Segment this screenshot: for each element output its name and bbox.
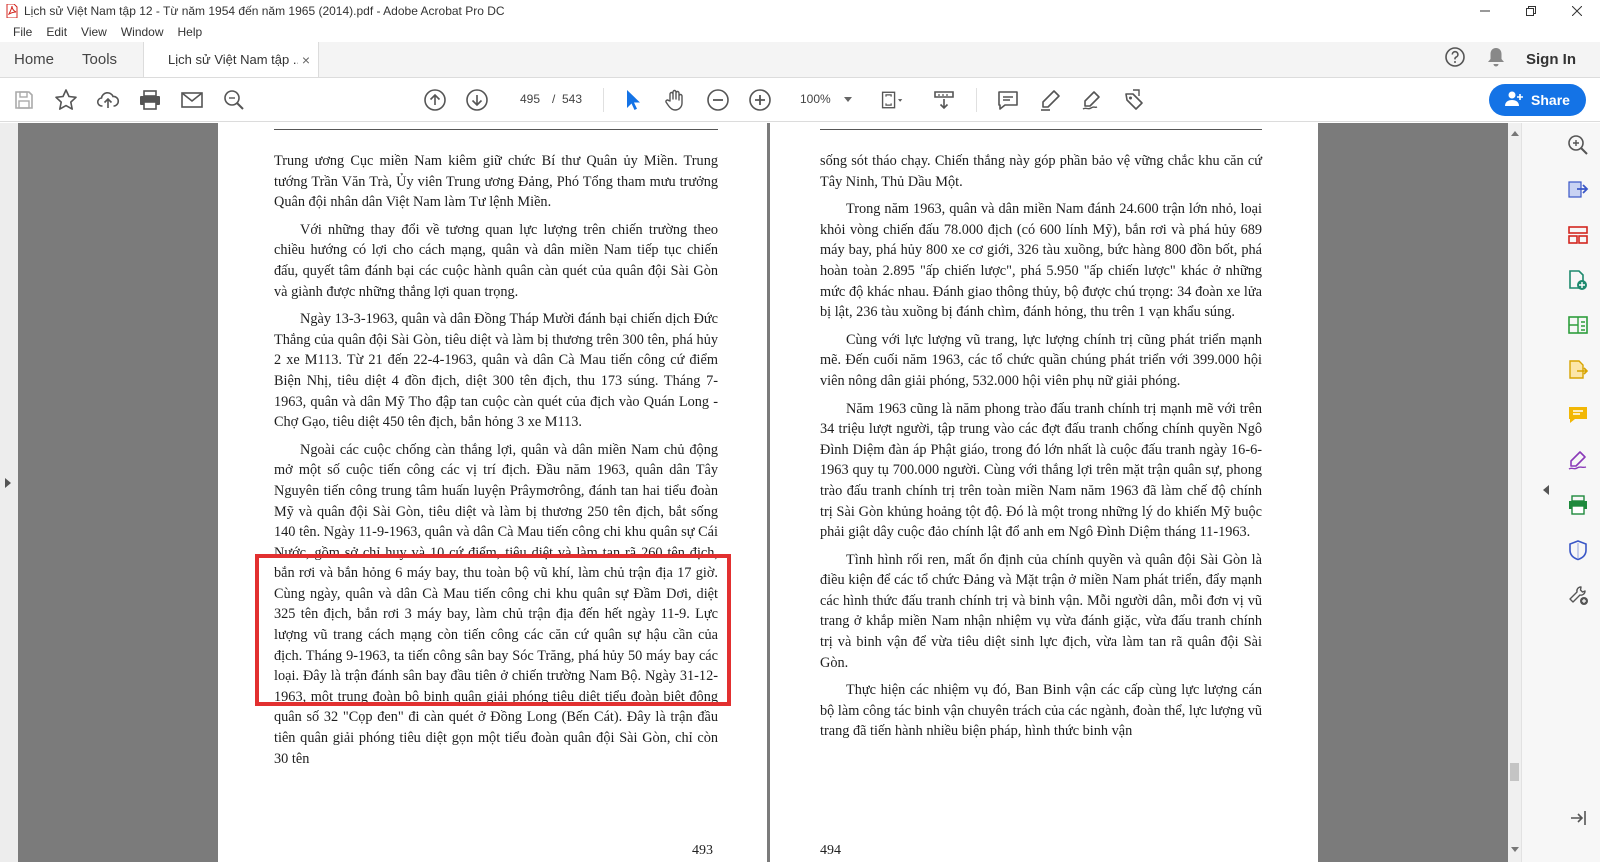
protect-shield-icon[interactable] [1566, 538, 1590, 562]
menu-help[interactable]: Help [171, 25, 210, 39]
tab-home[interactable]: Home [0, 42, 68, 77]
scroll-thumb[interactable] [1510, 763, 1519, 781]
sign-icon[interactable] [1080, 88, 1104, 112]
chevron-down-icon [844, 92, 852, 106]
tab-document[interactable]: Lịch sử Việt Nam tập ... × [143, 42, 320, 77]
scroll-up-icon[interactable] [1511, 131, 1519, 136]
hand-tool-icon[interactable] [663, 88, 687, 112]
menu-bar: File Edit View Window Help [0, 22, 1600, 42]
organize-pages-icon[interactable] [1566, 223, 1590, 247]
minimize-button[interactable] [1462, 0, 1508, 22]
zoom-in-icon[interactable] [748, 88, 772, 112]
page-separator: / [552, 92, 556, 106]
export-pdf-icon[interactable] [1566, 178, 1590, 202]
paragraph: Trung ương Cục miền Nam kiêm giữ chức Bí… [274, 153, 718, 211]
menu-edit[interactable]: Edit [39, 25, 74, 39]
menu-window[interactable]: Window [114, 25, 171, 39]
select-cursor-icon[interactable] [621, 88, 645, 112]
tab-tools[interactable]: Tools [68, 42, 131, 77]
paragraph: sống sót tháo chạy. Chiến thắng này góp … [820, 153, 1262, 190]
close-tab-icon[interactable]: × [298, 52, 310, 68]
stamp-icon[interactable] [1122, 88, 1146, 112]
page-text-right: sống sót tháo chạy. Chiến thắng này góp … [820, 151, 1262, 749]
pdf-page-right: sống sót tháo chạy. Chiến thắng này góp … [770, 123, 1318, 862]
page-number-left: 493 [692, 843, 713, 858]
sign-in-button[interactable]: Sign In [1526, 51, 1576, 68]
document-viewer[interactable]: Trung ương Cục miền Nam kiêm giữ chức Bí… [0, 123, 1521, 862]
pdf-page-left: Trung ương Cục miền Nam kiêm giữ chức Bí… [218, 123, 767, 862]
expand-left-panel-icon [5, 478, 11, 488]
comment-icon[interactable] [996, 88, 1020, 112]
print-production-icon[interactable] [1566, 493, 1590, 517]
create-pdf-icon[interactable] [1566, 268, 1590, 292]
save-icon[interactable] [12, 88, 36, 112]
share-label: Share [1531, 92, 1570, 108]
print-icon[interactable] [138, 88, 162, 112]
notification-bell-icon[interactable] [1486, 46, 1506, 73]
search-zoom-icon[interactable] [1566, 133, 1590, 157]
left-panel-toggle[interactable] [0, 123, 18, 862]
scroll-mode-icon[interactable] [932, 88, 956, 112]
comment-tool-icon[interactable] [1566, 403, 1590, 427]
toolbar: 495 / 543 100% Share [0, 78, 1600, 122]
prev-page-icon[interactable] [423, 88, 447, 112]
collapse-right-panel-icon[interactable] [1543, 485, 1549, 495]
close-window-button[interactable] [1554, 0, 1600, 22]
email-icon[interactable] [180, 88, 204, 112]
paragraph: Với những thay đổi về tương quan lực lượ… [274, 221, 718, 300]
help-icon[interactable] [1444, 46, 1466, 73]
page-text-left: Trung ương Cục miền Nam kiêm giữ chức Bí… [274, 151, 718, 776]
edit-pdf-icon[interactable] [1566, 313, 1590, 337]
paragraph: Ngoài các cuộc chống càn thắng lợi, quân… [274, 441, 718, 767]
current-page-input[interactable]: 495 [508, 87, 552, 111]
tab-bar: Home Tools Lịch sử Việt Nam tập ... × Si… [0, 42, 1600, 78]
page-number-right: 494 [820, 843, 841, 858]
export-file-icon[interactable] [1566, 358, 1590, 382]
next-page-icon[interactable] [465, 88, 489, 112]
page-fit-icon[interactable] [880, 88, 904, 112]
paragraph: Thực hiện các nhiệm vụ đó, Ban Binh vận … [820, 682, 1262, 740]
right-tools-panel [1521, 123, 1600, 862]
zoom-select[interactable]: 100% [790, 87, 852, 111]
upload-cloud-icon[interactable] [96, 88, 120, 112]
window-title: Lịch sử Việt Nam tập 12 - Từ năm 1954 đế… [24, 4, 505, 18]
acrobat-pdf-icon [6, 4, 18, 18]
share-button[interactable]: Share [1489, 84, 1586, 116]
paragraph: Trong năm 1963, quân và dân miền Nam đán… [820, 201, 1262, 321]
restore-button[interactable] [1508, 0, 1554, 22]
total-pages: 543 [562, 92, 583, 106]
zoom-search-icon[interactable] [222, 88, 246, 112]
paragraph: Cùng với lực lượng vũ trang, lực lượng c… [820, 331, 1262, 389]
vertical-scrollbar[interactable] [1508, 123, 1521, 862]
add-user-icon [1505, 91, 1524, 110]
fill-sign-icon[interactable] [1566, 448, 1590, 472]
paragraph: Ngày 13-3-1963, quân và dân Đồng Tháp Mư… [274, 311, 718, 431]
title-bar: Lịch sử Việt Nam tập 12 - Từ năm 1954 đế… [0, 0, 1600, 22]
zoom-value: 100% [800, 92, 831, 106]
paragraph: Năm 1963 cũng là năm phong trào đấu tran… [820, 400, 1262, 541]
zoom-out-icon[interactable] [706, 88, 730, 112]
document-tab-label: Lịch sử Việt Nam tập ... [168, 52, 298, 67]
scroll-down-icon[interactable] [1511, 847, 1519, 852]
collapse-panel-icon[interactable] [1566, 806, 1590, 830]
bookmark-star-icon[interactable] [54, 88, 78, 112]
menu-file[interactable]: File [6, 25, 39, 39]
menu-view[interactable]: View [74, 25, 114, 39]
paragraph: Tình hình rối ren, mất ổn định của chính… [820, 551, 1262, 671]
highlight-pen-icon[interactable] [1038, 88, 1062, 112]
more-tools-icon[interactable] [1566, 583, 1590, 607]
